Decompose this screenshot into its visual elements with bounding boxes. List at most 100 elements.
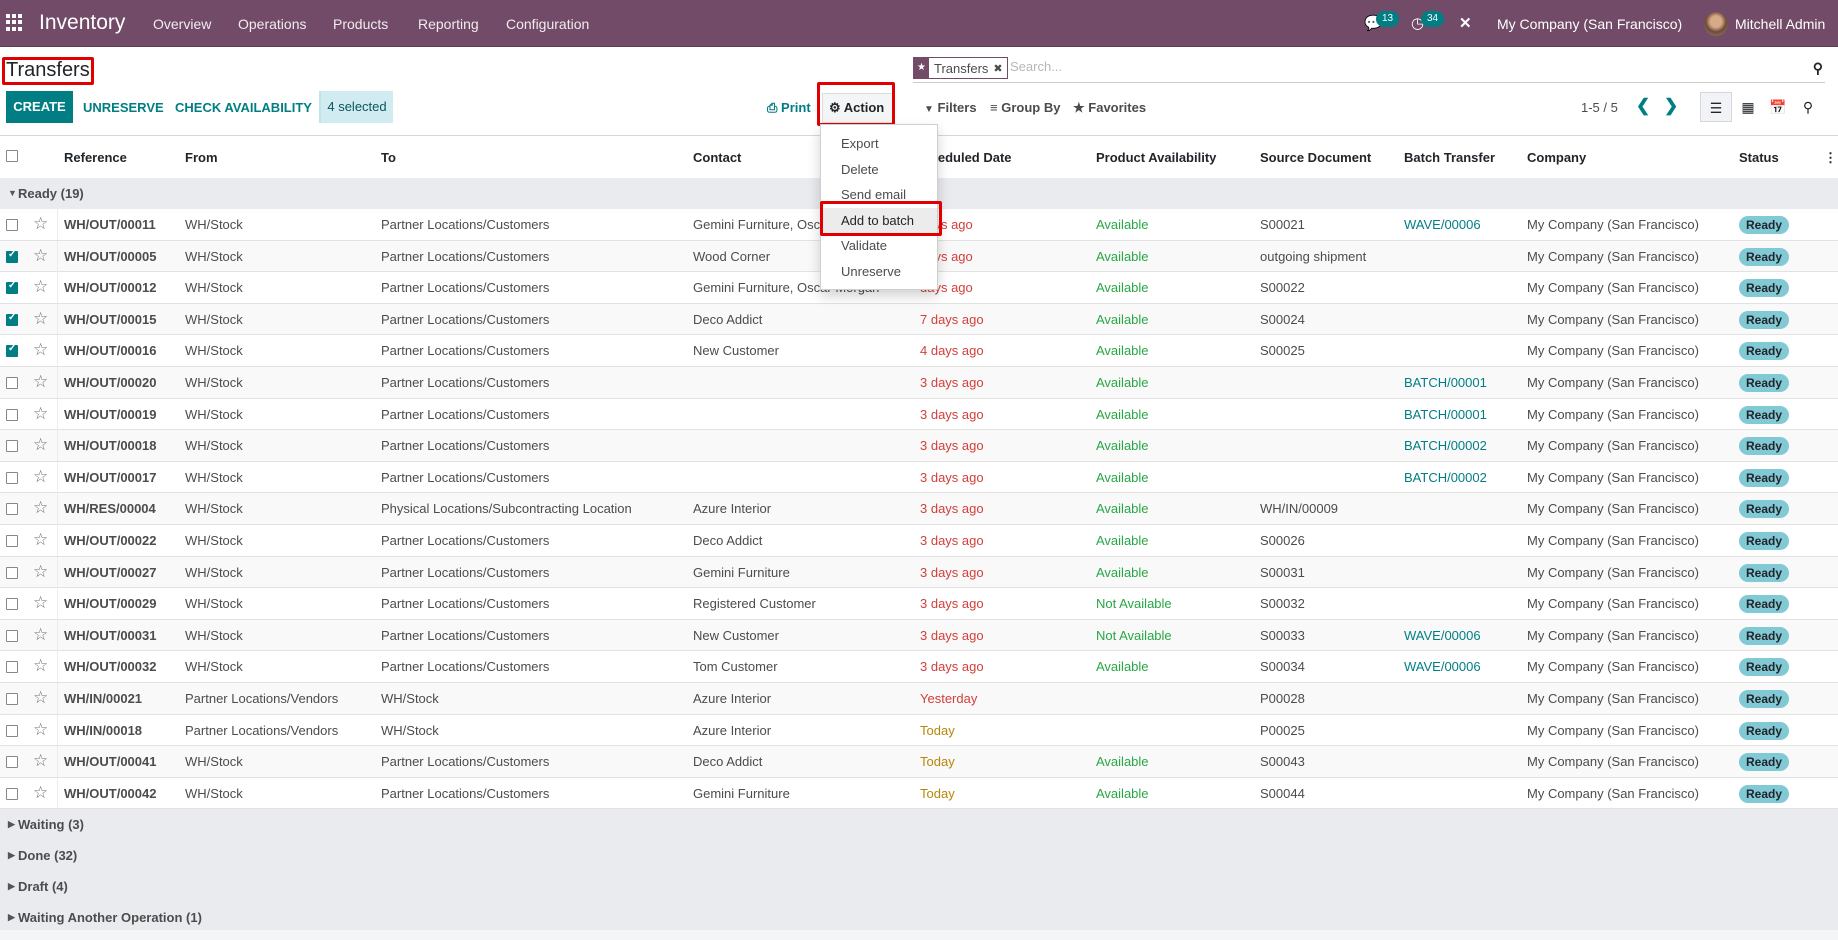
action-add-to-batch[interactable]: Add to batch (821, 207, 937, 233)
priority-star-icon[interactable]: ☆ (33, 751, 48, 771)
row-checkbox[interactable] (6, 535, 18, 547)
cell-batch-transfer[interactable]: BATCH/00001 (1404, 375, 1487, 390)
table-row[interactable]: ☆ WH/OUT/00027 WH/Stock Partner Locations/C… (0, 556, 1838, 589)
action-button[interactable]: ⚙ Action (822, 93, 893, 123)
group-row[interactable]: ▶ Waiting (3) (0, 809, 1838, 841)
table-row[interactable]: ☆ WH/OUT/00017 WH/Stock Partner Locations/C… (0, 461, 1838, 494)
priority-star-icon[interactable]: ☆ (33, 593, 48, 613)
priority-star-icon[interactable]: ☆ (33, 656, 48, 676)
priority-star-icon[interactable]: ☆ (33, 625, 48, 645)
map-view-icon[interactable]: ⚲ (1792, 92, 1824, 122)
user-avatar[interactable] (1704, 12, 1728, 36)
pager-next-icon[interactable]: ❯ (1664, 96, 1678, 116)
table-row[interactable]: ☆ WH/IN/00018 Partner Locations/Vendors WH/… (0, 714, 1838, 747)
menu-reporting[interactable]: Reporting (418, 16, 479, 32)
table-row[interactable]: ☆ WH/RES/00004 WH/Stock Physical Locations/… (0, 493, 1838, 525)
cell-batch-transfer[interactable]: WAVE/00006 (1404, 628, 1481, 643)
table-row[interactable]: ☆ WH/OUT/00019 WH/Stock Partner Locations/C… (0, 398, 1838, 431)
table-row[interactable]: ☆ WH/OUT/00020 WH/Stock Partner Locations/C… (0, 367, 1838, 399)
company-switcher[interactable]: My Company (San Francisco) (1497, 16, 1682, 32)
table-row[interactable]: ☆ WH/OUT/00022 WH/Stock Partner Locations/C… (0, 525, 1838, 557)
user-menu[interactable]: Mitchell Admin (1735, 16, 1825, 32)
app-name[interactable]: Inventory (39, 11, 125, 35)
optional-columns-kebab-icon[interactable]: ⋮ (1824, 150, 1837, 166)
priority-star-icon[interactable]: ☆ (33, 214, 48, 234)
table-row[interactable]: ☆ WH/OUT/00029 WH/Stock Partner Locations/C… (0, 588, 1838, 620)
print-button[interactable]: ⎙ Print (767, 100, 811, 116)
row-checkbox[interactable] (6, 312, 18, 326)
pager-previous-icon[interactable]: ❮ (1636, 96, 1650, 116)
unreserve-button[interactable]: UNRESERVE (83, 100, 164, 115)
row-checkbox[interactable] (6, 280, 18, 295)
group-row[interactable]: ▶ Done (32) (0, 840, 1838, 872)
action-unreserve[interactable]: Unreserve (821, 259, 937, 284)
table-row[interactable]: ☆ WH/OUT/00041 WH/Stock Partner Locations/C… (0, 746, 1838, 778)
cell-batch-transfer[interactable]: BATCH/00002 (1404, 470, 1487, 485)
row-checkbox[interactable] (6, 787, 18, 800)
apps-menu-icon[interactable] (6, 14, 23, 31)
check-availability-button[interactable]: CHECK AVAILABILITY (175, 100, 312, 115)
group-row[interactable]: ▶ Draft (4) (0, 871, 1838, 903)
table-row[interactable]: ☆ WH/OUT/00018 WH/Stock Partner Locations/C… (0, 430, 1838, 462)
debug-tools-icon[interactable]: ✕ (1459, 14, 1472, 32)
table-row[interactable]: ☆ WH/OUT/00032 WH/Stock Partner Locations/C… (0, 651, 1838, 683)
row-checkbox[interactable] (6, 219, 18, 231)
table-row[interactable]: ☆ WH/OUT/00016 WH/Stock Partner Locations/C… (0, 335, 1838, 367)
priority-star-icon[interactable]: ☆ (33, 562, 48, 582)
action-delete[interactable]: Delete (821, 157, 937, 182)
column-header-company[interactable]: Company (1527, 150, 1586, 165)
row-checkbox[interactable] (6, 503, 18, 516)
priority-star-icon[interactable]: ☆ (33, 720, 48, 740)
menu-configuration[interactable]: Configuration (506, 16, 589, 32)
row-checkbox[interactable] (6, 598, 18, 611)
row-checkbox[interactable] (6, 661, 18, 674)
row-checkbox[interactable] (6, 724, 18, 737)
column-header-product-availability[interactable]: Product Availability (1096, 150, 1216, 165)
row-checkbox[interactable] (6, 471, 18, 484)
favorites-button[interactable]: ★ Favorites (1073, 100, 1146, 116)
search-icon[interactable]: ⚲ (1813, 60, 1823, 77)
priority-star-icon[interactable]: ☆ (33, 404, 48, 424)
action-export[interactable]: Export (821, 131, 937, 156)
pager-value[interactable]: 1-5 / 5 (1581, 100, 1618, 115)
row-checkbox[interactable] (6, 756, 18, 769)
list-view-icon[interactable]: ☰ (1700, 92, 1732, 122)
column-header-contact[interactable]: Contact (693, 150, 741, 165)
action-send-email[interactable]: Send email (821, 182, 937, 207)
create-button[interactable]: CREATE (6, 91, 73, 123)
menu-products[interactable]: Products (333, 16, 388, 32)
kanban-view-icon[interactable]: ▦ (1732, 92, 1764, 122)
cell-batch-transfer[interactable]: BATCH/00001 (1404, 407, 1487, 422)
cell-batch-transfer[interactable]: WAVE/00006 (1404, 217, 1481, 232)
row-checkbox[interactable] (6, 693, 18, 705)
row-checkbox[interactable] (6, 408, 18, 421)
priority-star-icon[interactable]: ☆ (33, 467, 48, 487)
search-input[interactable] (1010, 59, 1710, 74)
row-checkbox[interactable] (6, 249, 18, 263)
priority-star-icon[interactable]: ☆ (33, 530, 48, 550)
priority-star-icon[interactable]: ☆ (33, 435, 48, 455)
row-checkbox[interactable] (6, 629, 18, 642)
remove-facet-icon[interactable]: ✖ (993, 62, 1006, 75)
column-header-from[interactable]: From (185, 150, 218, 165)
group-by-button[interactable]: ≡ Group By (990, 100, 1060, 115)
table-row[interactable]: ☆ WH/OUT/00031 WH/Stock Partner Locations/C… (0, 619, 1838, 652)
menu-operations[interactable]: Operations (238, 16, 306, 32)
row-checkbox[interactable] (6, 343, 18, 358)
row-checkbox[interactable] (6, 377, 18, 389)
table-row[interactable]: ☆ WH/IN/00021 Partner Locations/Vendors WH/… (0, 683, 1838, 715)
priority-star-icon[interactable]: ☆ (33, 688, 48, 708)
column-header-source-document[interactable]: Source Document (1260, 150, 1371, 165)
table-row[interactable]: ☆ WH/OUT/00042 WH/Stock Partner Locations/C… (0, 777, 1838, 810)
action-validate[interactable]: Validate (821, 233, 937, 258)
priority-star-icon[interactable]: ☆ (33, 246, 48, 266)
group-row[interactable]: ▶ Waiting Another Operation (1) (0, 902, 1838, 934)
row-checkbox[interactable] (6, 440, 18, 453)
menu-overview[interactable]: Overview (153, 16, 211, 32)
priority-star-icon[interactable]: ☆ (33, 309, 48, 329)
cell-batch-transfer[interactable]: WAVE/00006 (1404, 659, 1481, 674)
select-all-checkbox[interactable] (6, 150, 18, 162)
column-header-to[interactable]: To (381, 150, 396, 165)
row-checkbox[interactable] (6, 566, 18, 579)
column-header-reference[interactable]: Reference (64, 150, 127, 165)
